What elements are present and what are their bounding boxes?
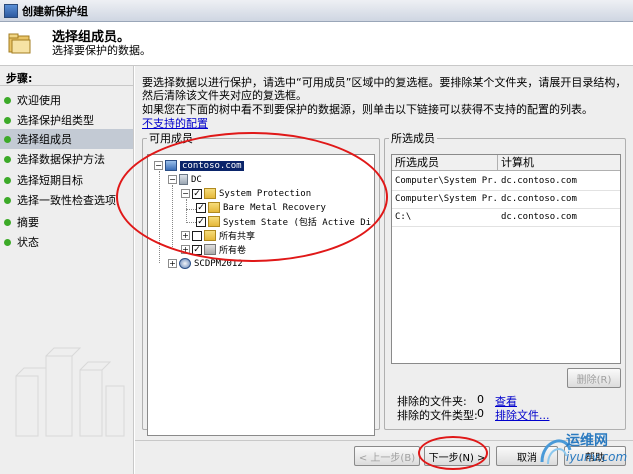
- step-short-term-goals[interactable]: 选择短期目标: [0, 170, 133, 190]
- step-status-icon: [4, 155, 11, 163]
- step-protection-method[interactable]: 选择数据保护方法: [0, 149, 133, 169]
- step-summary[interactable]: 摘要: [0, 212, 133, 232]
- step-group-members[interactable]: 选择组成员: [0, 129, 133, 149]
- annotation-oval-next: [418, 436, 488, 470]
- table-row[interactable]: Computer\System Pr... dc.contoso.com: [392, 173, 620, 191]
- back-button[interactable]: < 上一步(B): [354, 446, 420, 466]
- expand-icon[interactable]: +: [168, 259, 177, 268]
- step-status-icon: [4, 96, 11, 104]
- selected-members-table[interactable]: 所选成员 计算机 Computer\System Pr... dc.contos…: [391, 154, 621, 364]
- selected-members-group: 所选成员 所选成员 计算机 Computer\System Pr... dc.c…: [384, 130, 626, 430]
- table-row[interactable]: C:\ dc.contoso.com: [392, 209, 620, 227]
- column-header-member[interactable]: 所选成员: [392, 155, 498, 171]
- instructions-text: 要选择数据以进行保护，请选中“可用成员”区域中的复选框。要排除某个文件夹，请展开…: [142, 76, 627, 102]
- page-subtitle: 选择要保护的数据。: [52, 44, 151, 57]
- servers-illustration: [15, 347, 125, 437]
- annotation-oval-tree: [116, 132, 388, 262]
- remove-button[interactable]: 删除(R): [567, 368, 621, 388]
- unsupported-hint-text: 如果您在下面的树中看不到要保护的数据源，则单击以下链接可以获得不支持的配置的列表…: [142, 103, 593, 116]
- window-title: 创建新保护组: [22, 4, 88, 18]
- steps-heading: 步骤:: [6, 72, 33, 85]
- step-status[interactable]: 状态: [0, 232, 133, 252]
- excluded-file-types-count: 0: [477, 407, 484, 420]
- step-welcome[interactable]: 欢迎使用: [0, 90, 133, 110]
- wizard-header: 选择组成员。 选择要保护的数据。: [0, 22, 633, 66]
- app-icon: [4, 3, 18, 18]
- step-status-icon: [4, 218, 11, 226]
- step-status-icon: [4, 196, 11, 204]
- window-titlebar: 创建新保护组: [0, 0, 633, 22]
- step-consistency-check[interactable]: 选择一致性检查选项: [0, 190, 133, 210]
- selected-members-legend: 所选成员: [391, 132, 435, 145]
- step-status-icon: [4, 116, 11, 124]
- table-header: 所选成员 计算机: [392, 155, 620, 171]
- unsupported-config-link[interactable]: 不支持的配置: [142, 115, 208, 131]
- watermark: 运维网 iyunv.com: [536, 426, 630, 470]
- dpm-server-icon: [179, 258, 191, 269]
- excluded-folders-count: 0: [477, 393, 484, 406]
- folder-icon: [8, 33, 31, 54]
- step-status-icon: [4, 135, 11, 143]
- column-header-computer[interactable]: 计算机: [498, 155, 620, 171]
- exclude-files-link[interactable]: 排除文件...: [495, 407, 550, 423]
- steps-sidebar: 步骤: 欢迎使用 选择保护组类型 选择组成员 选择数据保护方法 选择短期目标 选…: [0, 66, 134, 474]
- table-row[interactable]: Computer\System Pr... dc.contoso.com: [392, 191, 620, 209]
- step-group-type[interactable]: 选择保护组类型: [0, 110, 133, 130]
- step-status-icon: [4, 238, 11, 246]
- step-status-icon: [4, 176, 11, 184]
- excluded-file-types-label: 排除的文件类型:: [397, 409, 478, 422]
